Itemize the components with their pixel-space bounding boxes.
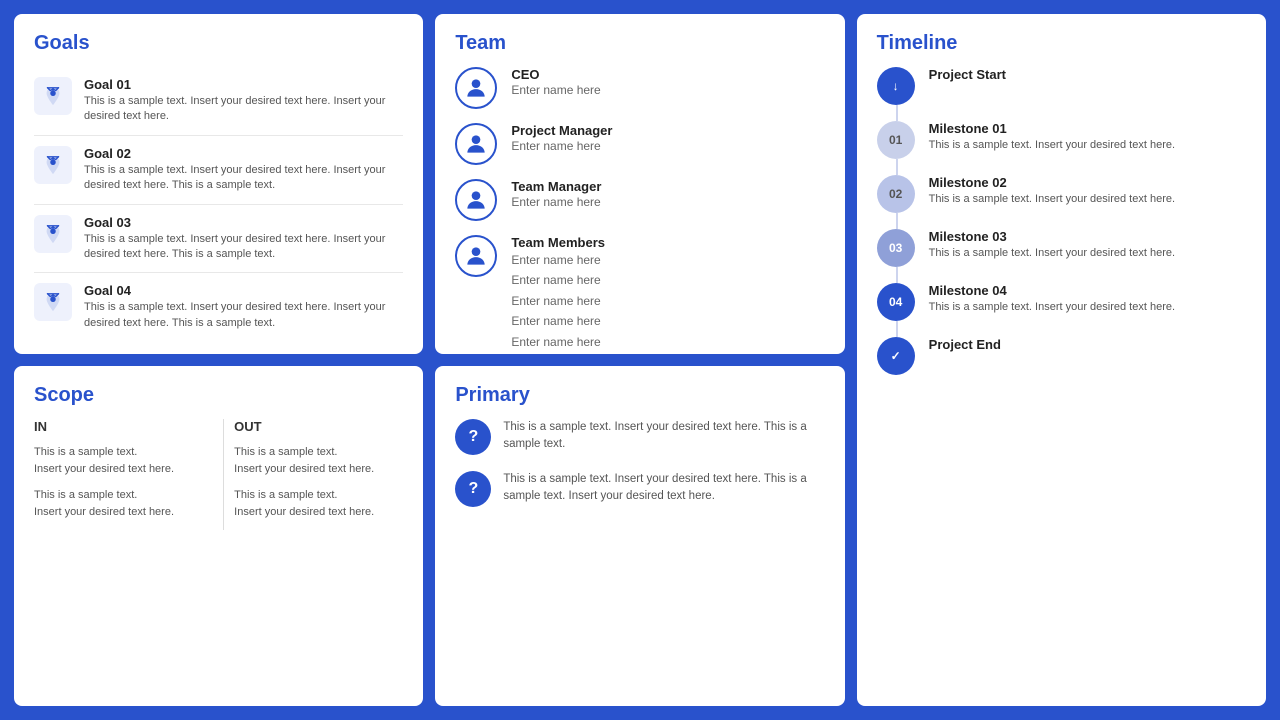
goal-text-2: Goal 02 This is a sample text. Insert yo…	[84, 146, 403, 194]
team-name-3: Enter name here	[511, 195, 601, 209]
goals-list: Goal 01 This is a sample text. Insert yo…	[34, 67, 403, 341]
goal-title-3: Goal 03	[84, 215, 403, 230]
primary-list: ? This is a sample text. Insert your des…	[455, 419, 824, 507]
goal-text-1: Goal 01 This is a sample text. Insert yo…	[84, 77, 403, 125]
timeline-text-m3: Milestone 03 This is a sample text. Inse…	[929, 229, 1175, 261]
timeline-node-m2: 02	[877, 175, 915, 213]
primary-icon-2: ?	[455, 471, 491, 507]
team-avatar-4	[455, 235, 497, 277]
goal-desc-1: This is a sample text. Insert your desir…	[84, 94, 403, 125]
timeline-title: Timeline	[877, 32, 1246, 55]
timeline-title-end: Project End	[929, 337, 1001, 352]
scope-out-item-2: This is a sample text.Insert your desire…	[234, 487, 403, 520]
timeline-text-m1: Milestone 01 This is a sample text. Inse…	[929, 121, 1175, 153]
timeline-item-end: ✓ Project End	[877, 337, 1246, 375]
primary-desc-1: This is a sample text. Insert your desir…	[503, 419, 824, 454]
team-avatar-2	[455, 123, 497, 165]
team-role-2: Project Manager	[511, 123, 612, 138]
goal-item-2: Goal 02 This is a sample text. Insert yo…	[34, 136, 403, 205]
team-item-2: Project Manager Enter name here	[455, 123, 824, 165]
timeline-node-m4: 04	[877, 283, 915, 321]
scope-divider	[223, 419, 224, 530]
timeline-desc-m1: This is a sample text. Insert your desir…	[929, 138, 1175, 153]
timeline-item-m2: 02 Milestone 02 This is a sample text. I…	[877, 175, 1246, 213]
team-role-3: Team Manager	[511, 179, 601, 194]
timeline-desc-m4: This is a sample text. Insert your desir…	[929, 300, 1175, 315]
scope-columns: IN This is a sample text.Insert your des…	[34, 419, 403, 530]
team-avatar-1	[455, 67, 497, 109]
team-item-3: Team Manager Enter name here	[455, 179, 824, 221]
goal-title-1: Goal 01	[84, 77, 403, 92]
goal-text-3: Goal 03 This is a sample text. Insert yo…	[84, 215, 403, 263]
goal-desc-3: This is a sample text. Insert your desir…	[84, 232, 403, 263]
timeline-list: ↓ Project Start 01 Milestone 01 This is …	[877, 67, 1246, 391]
scope-in-header: IN	[34, 419, 203, 434]
scope-card: Scope IN This is a sample text.Insert yo…	[14, 366, 423, 706]
scope-in-item-1: This is a sample text.Insert your desire…	[34, 444, 203, 477]
scope-out-header: OUT	[234, 419, 403, 434]
primary-icon-1: ?	[455, 419, 491, 455]
team-item-4: Team Members Enter name hereEnter name h…	[455, 235, 824, 352]
timeline-title-m2: Milestone 02	[929, 175, 1175, 190]
goal-icon-1	[34, 77, 72, 115]
timeline-item-m3: 03 Milestone 03 This is a sample text. I…	[877, 229, 1246, 267]
goal-title-4: Goal 04	[84, 283, 403, 298]
team-role-1: CEO	[511, 67, 600, 82]
timeline-node-m1: 01	[877, 121, 915, 159]
goal-desc-2: This is a sample text. Insert your desir…	[84, 163, 403, 194]
timeline-item-start: ↓ Project Start	[877, 67, 1246, 105]
timeline-title-m1: Milestone 01	[929, 121, 1175, 136]
timeline-title-start: Project Start	[929, 67, 1006, 82]
team-list: CEO Enter name here Project Manager Ente…	[455, 67, 824, 352]
timeline-title-m4: Milestone 04	[929, 283, 1175, 298]
primary-desc-2: This is a sample text. Insert your desir…	[503, 471, 824, 506]
scope-title: Scope	[34, 384, 403, 407]
team-name-1: Enter name here	[511, 83, 600, 97]
scope-out-column: OUT This is a sample text.Insert your de…	[234, 419, 403, 530]
team-names-4: Enter name hereEnter name hereEnter name…	[511, 250, 605, 352]
team-info-1: CEO Enter name here	[511, 67, 600, 97]
team-card: Team CEO Enter name here Project Manager…	[435, 14, 844, 354]
goal-icon-3	[34, 215, 72, 253]
goal-icon-2	[34, 146, 72, 184]
timeline-title-m3: Milestone 03	[929, 229, 1175, 244]
goal-icon-4	[34, 283, 72, 321]
scope-in-item-2: This is a sample text.Insert your desire…	[34, 487, 203, 520]
goals-card: Goals Goal 01 This is a sample text. Ins…	[14, 14, 423, 354]
timeline-card: Timeline ↓ Project Start 01 Milestone 01…	[857, 14, 1266, 706]
team-info-2: Project Manager Enter name here	[511, 123, 612, 153]
timeline-node-end: ✓	[877, 337, 915, 375]
primary-item-1: ? This is a sample text. Insert your des…	[455, 419, 824, 455]
timeline-text-m2: Milestone 02 This is a sample text. Inse…	[929, 175, 1175, 207]
team-name-2: Enter name here	[511, 139, 612, 153]
primary-title: Primary	[455, 384, 824, 407]
timeline-item-m4: 04 Milestone 04 This is a sample text. I…	[877, 283, 1246, 321]
timeline-item-m1: 01 Milestone 01 This is a sample text. I…	[877, 121, 1246, 159]
primary-item-2: ? This is a sample text. Insert your des…	[455, 471, 824, 507]
goals-title: Goals	[34, 32, 403, 55]
team-info-3: Team Manager Enter name here	[511, 179, 601, 209]
timeline-desc-m3: This is a sample text. Insert your desir…	[929, 246, 1175, 261]
timeline-text-start: Project Start	[929, 67, 1006, 84]
scope-out-item-1: This is a sample text.Insert your desire…	[234, 444, 403, 477]
timeline-node-m3: 03	[877, 229, 915, 267]
primary-card: Primary ? This is a sample text. Insert …	[435, 366, 844, 706]
timeline-node-start: ↓	[877, 67, 915, 105]
team-role-4: Team Members	[511, 235, 605, 250]
goal-desc-4: This is a sample text. Insert your desir…	[84, 300, 403, 331]
timeline-text-end: Project End	[929, 337, 1001, 354]
team-info-4: Team Members Enter name hereEnter name h…	[511, 235, 605, 352]
scope-in-column: IN This is a sample text.Insert your des…	[34, 419, 213, 530]
goal-item-3: Goal 03 This is a sample text. Insert yo…	[34, 205, 403, 274]
goal-item-4: Goal 04 This is a sample text. Insert yo…	[34, 273, 403, 341]
timeline-text-m4: Milestone 04 This is a sample text. Inse…	[929, 283, 1175, 315]
goal-text-4: Goal 04 This is a sample text. Insert yo…	[84, 283, 403, 331]
goal-title-2: Goal 02	[84, 146, 403, 161]
timeline-desc-m2: This is a sample text. Insert your desir…	[929, 192, 1175, 207]
team-title: Team	[455, 32, 824, 55]
goal-item-1: Goal 01 This is a sample text. Insert yo…	[34, 67, 403, 136]
team-item-1: CEO Enter name here	[455, 67, 824, 109]
team-avatar-3	[455, 179, 497, 221]
